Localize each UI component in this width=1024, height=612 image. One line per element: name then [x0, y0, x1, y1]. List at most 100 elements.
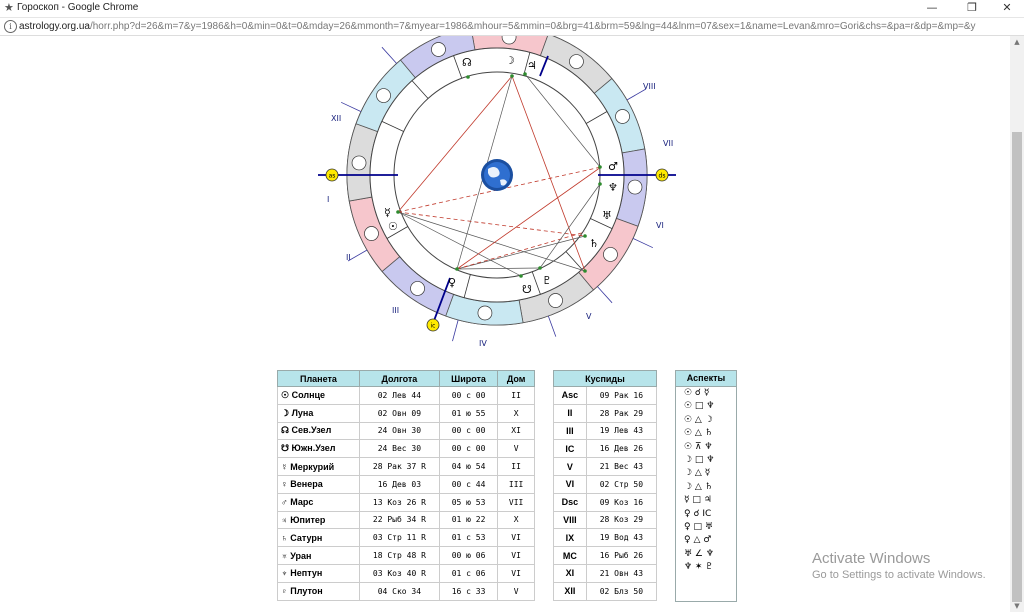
planet-longitude: 02 Овн 09 — [358, 403, 440, 423]
cusp-value: 02 Блз 50 — [585, 581, 658, 601]
house-label-5: V — [586, 312, 592, 321]
house-label-8: VIII — [643, 82, 656, 91]
zodiac-sign-badge — [364, 226, 379, 241]
planet-name: Солнце — [291, 389, 326, 400]
cusp-name: II — [553, 403, 587, 423]
zodiac-sign-badge — [615, 109, 630, 124]
planet-longitude: 04 Ско 34 — [358, 581, 440, 601]
url-host: astrology.org.ua — [19, 21, 90, 32]
aspect-item: ☉ □ ♆ — [684, 401, 715, 412]
cusp-value: 28 Коз 29 — [585, 510, 658, 530]
planet-latitude: 01 с 06 — [438, 563, 499, 583]
north-node-glyph: ☊ — [462, 56, 472, 69]
planet-symbol-icon: ♆ — [281, 568, 288, 579]
cusp-row: III 19 Лев 43 — [553, 421, 658, 441]
site-info-icon[interactable]: i — [4, 20, 17, 33]
ic-marker: ic — [426, 318, 440, 332]
restore-button[interactable]: ❐ — [955, 0, 989, 16]
planet-row: ☉ Солнце 02 Лев 44 00 с 00 II — [277, 386, 535, 405]
planet-longitude: 16 Дев 03 — [358, 474, 440, 494]
url-path: /horr.php?d=26&m=7&y=1986&h=0&min=0&t=0&… — [89, 21, 976, 32]
cusp-row: VIII 28 Коз 29 — [553, 510, 658, 530]
planet-house: V — [497, 439, 535, 459]
planet-name-cell: ♅ Уран — [277, 546, 360, 565]
planet-row: ☿ Меркурий 28 Рак 37 R 04 ю 54 II — [277, 457, 535, 476]
cusp-value: 09 Коз 16 — [585, 492, 658, 512]
planet-name: Плутон — [290, 586, 323, 597]
planet-name: Сатурн — [290, 532, 323, 543]
zodiac-sign-badge — [431, 42, 446, 57]
planet-symbol-icon: ☉ — [281, 389, 290, 400]
planet-name: Марс — [290, 497, 314, 508]
aspect-item: ☉ △ ☽ — [684, 414, 713, 425]
house-label-1: I — [327, 195, 329, 204]
planet-row: ♆ Нептун 03 Коз 40 R 01 с 06 VI — [277, 563, 535, 583]
planet-symbol-icon: ☿ — [281, 461, 288, 472]
cusp-name: XI — [553, 563, 587, 583]
cusp-row: Asc 09 Рак 16 — [553, 386, 658, 405]
scroll-up-icon[interactable]: ▲ — [1010, 36, 1024, 48]
planet-row: ♂ Марс 13 Коз 26 R 05 ю 53 VII — [277, 492, 535, 512]
planet-house: III — [497, 474, 535, 494]
scroll-down-icon[interactable]: ▼ — [1010, 600, 1024, 612]
zodiac-sign-badge — [569, 54, 584, 69]
planet-name-cell: ♃ Юпитер — [277, 510, 360, 530]
planet-house: V — [497, 581, 535, 601]
url-text[interactable]: astrology.org.ua/horr.php?d=26&m=7&y=198… — [19, 21, 1009, 32]
cusp-value: 09 Рак 16 — [585, 386, 658, 405]
house-cusp-ray — [452, 319, 459, 342]
planet-longitude: 03 Коз 40 R — [358, 563, 440, 583]
close-button[interactable]: ✕ — [990, 0, 1024, 16]
aspect-item: ☽ △ ♄ — [684, 481, 713, 492]
asc-marker-label: as — [329, 173, 336, 180]
cusp-row: XII 02 Блз 50 — [553, 581, 658, 601]
planet-longitude: 24 Вес 30 — [358, 439, 440, 459]
planet-longitude: 13 Коз 26 R — [358, 492, 440, 512]
cusp-row: VI 02 Стр 50 — [553, 474, 658, 494]
cusp-row: XI 21 Овн 43 — [553, 563, 658, 583]
col-house: Дом — [497, 370, 535, 387]
aspect-item: ♀ ☌ IC — [684, 508, 712, 519]
planet-latitude: 00 с 00 — [438, 386, 499, 405]
minimize-button[interactable]: — — [915, 0, 949, 16]
house-label-7: VII — [663, 139, 673, 148]
house-cusp-ray — [347, 249, 368, 262]
planet-house: II — [497, 457, 535, 476]
aspect-item: ♆ ✶ ♇ — [684, 562, 714, 573]
planet-name: Сев.Узел — [291, 425, 332, 436]
cusp-name: IC — [553, 439, 587, 459]
cusp-name: Dsc — [553, 492, 587, 512]
house-label-3: III — [392, 306, 399, 315]
cusp-row: MC 16 Рыб 26 — [553, 546, 658, 565]
cusp-name: MC — [553, 546, 587, 565]
scroll-thumb[interactable] — [1012, 132, 1022, 602]
cusp-name: VI — [553, 474, 587, 494]
planet-name-cell: ☊ Сев.Узел — [277, 421, 360, 441]
planet-row: ♅ Уран 18 Стр 48 R 00 ю 06 VI — [277, 546, 535, 565]
planet-symbol-icon: ☊ — [281, 425, 289, 436]
planet-house: X — [497, 510, 535, 530]
cusp-name: V — [553, 457, 587, 476]
address-bar[interactable]: i astrology.org.ua/horr.php?d=26&m=7&y=1… — [0, 18, 1024, 36]
planet-house: VI — [497, 563, 535, 583]
pluto-glyph: ♇ — [542, 274, 552, 287]
zodiac-sign-badge — [410, 281, 425, 296]
col-latitude: Широта — [438, 370, 499, 387]
planet-symbol-icon: ♂ — [281, 497, 288, 508]
planet-name-cell: ☉ Солнце — [277, 386, 360, 405]
planet-row: ☊ Сев.Узел 24 Овн 30 00 с 00 XI — [277, 421, 535, 441]
planet-name-cell: ☽ Луна — [277, 403, 360, 423]
watermark-subtitle: Go to Settings to activate Windows. — [812, 569, 986, 581]
planet-latitude: 16 с 33 — [438, 581, 499, 601]
vertical-scrollbar[interactable]: ▲ ▼ — [1010, 36, 1024, 612]
planet-longitude: 18 Стр 48 R — [358, 546, 440, 565]
planet-house: VI — [497, 546, 535, 565]
planet-longitude: 28 Рак 37 R — [358, 457, 440, 476]
planet-symbol-icon: ☋ — [281, 443, 289, 454]
planet-latitude: 04 ю 54 — [438, 457, 499, 476]
house-label-6: VI — [656, 221, 664, 230]
planet-row: ♃ Юпитер 22 Рыб 34 R 01 ю 22 X — [277, 510, 535, 530]
asc-marker: as — [325, 168, 339, 182]
planet-name-cell: ♂ Марс — [277, 492, 360, 512]
aspect-item: ☽ △ ☿ — [684, 468, 711, 479]
